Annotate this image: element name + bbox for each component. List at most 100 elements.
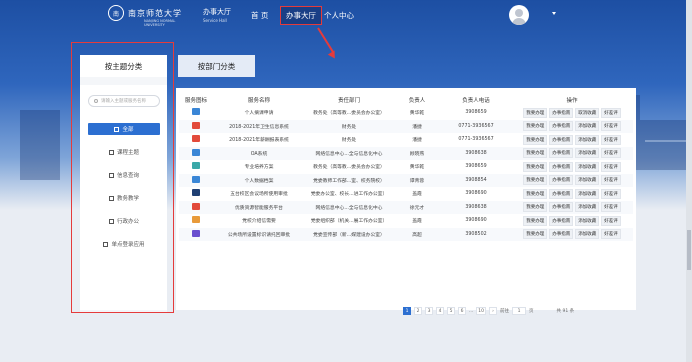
avatar[interactable]: [509, 5, 529, 25]
service-name[interactable]: 五台校区会议场所使用审批: [213, 187, 305, 201]
service-name[interactable]: 2018-2021年薪酬报表系统: [213, 133, 305, 147]
service-dept: 财务处: [341, 138, 357, 144]
service-name[interactable]: 个人摘课申请: [213, 106, 305, 120]
rating-button[interactable]: 好差评: [601, 161, 621, 172]
guide-button[interactable]: 办事指南: [549, 175, 574, 186]
handle-button[interactable]: 我要办理: [523, 229, 548, 240]
service-person: 潘捷: [412, 124, 422, 130]
page-5[interactable]: 5: [447, 307, 455, 315]
rating-button[interactable]: 好差评: [601, 188, 621, 199]
nav-home[interactable]: 首 页: [251, 10, 268, 21]
service-person: 高超: [412, 232, 422, 238]
collect-button[interactable]: 添加收藏: [575, 175, 600, 186]
service-name[interactable]: 优质资源智能服务平台: [213, 201, 305, 215]
collect-button[interactable]: 添加收藏: [575, 148, 600, 159]
page-1[interactable]: 1: [403, 307, 411, 315]
rating-button[interactable]: 好差评: [601, 121, 621, 132]
service-icon-cell: [179, 187, 213, 201]
page-3[interactable]: 3: [425, 307, 433, 315]
guide-button[interactable]: 办事指南: [549, 202, 574, 213]
handle-button[interactable]: 我要办理: [523, 107, 548, 118]
service-name[interactable]: 2018-2021年卫生信息系统: [213, 120, 305, 134]
rating-button[interactable]: 好差评: [601, 134, 621, 145]
collect-button[interactable]: 添加收藏: [575, 134, 600, 145]
table-row: 2018-2021年薪酬报表系统 财务处 潘捷 0771-3936567 我要办理 办事指…: [179, 133, 633, 147]
handle-button[interactable]: 我要办理: [523, 188, 548, 199]
next-page-button[interactable]: ›: [489, 307, 498, 315]
collect-button[interactable]: 添加收藏: [575, 188, 600, 199]
service-dept: 教务处（高等教...委员会办公室）: [313, 165, 385, 171]
rating-button[interactable]: 好差评: [601, 148, 621, 159]
chevron-down-icon[interactable]: [552, 12, 556, 15]
service-icon: [192, 121, 200, 129]
guide-button[interactable]: 办事指南: [549, 148, 574, 159]
service-icon: [192, 229, 200, 237]
service-dept: 教务处（高等教...委员会办公室）: [313, 111, 385, 117]
handle-button[interactable]: 我要办理: [523, 134, 548, 145]
university-logo[interactable]: 南 南京师范大学 NANJING NORMAL UNIVERSITY: [108, 5, 182, 27]
logo-text: 南京师范大学: [128, 8, 182, 18]
guide-button[interactable]: 办事指南: [549, 161, 574, 172]
rating-button[interactable]: 好差评: [601, 107, 621, 118]
service-name[interactable]: OA系统: [213, 147, 305, 161]
guide-button[interactable]: 办事指南: [549, 121, 574, 132]
guide-button[interactable]: 办事指南: [549, 107, 574, 118]
table-row: 党校介绍信需要 党委组织部（机关...展工作办公室） 盖霞 3908690 我要办理 办事…: [179, 214, 633, 228]
service-phone: 3908690: [465, 191, 487, 197]
guide-button[interactable]: 办事指南: [549, 229, 574, 240]
service-name[interactable]: 党校介绍信需要: [213, 214, 305, 228]
service-phone: 0771-3936567: [458, 123, 494, 129]
table-row: 优质资源智能服务平台 网络信息中心...全与信息化中心 徐元才 3908638 我要办理…: [179, 200, 633, 215]
service-icon-cell: [179, 214, 213, 228]
service-person: 徐元才: [409, 205, 425, 211]
scrollbar-thumb[interactable]: [687, 230, 691, 270]
rating-button[interactable]: 好差评: [601, 215, 621, 226]
service-person: 潘捷: [412, 138, 422, 144]
service-phone: 3908638: [465, 150, 487, 156]
page-2[interactable]: 2: [414, 307, 422, 315]
service-icon-cell: [179, 160, 213, 174]
handle-button[interactable]: 我要办理: [523, 148, 548, 159]
page-6[interactable]: 6: [458, 307, 466, 315]
service-icon: [192, 216, 200, 224]
handle-button[interactable]: 我要办理: [523, 202, 548, 213]
service-name[interactable]: 个人数据档案: [213, 174, 305, 188]
page-10[interactable]: 10: [476, 307, 487, 315]
handle-button[interactable]: 我要办理: [523, 215, 548, 226]
handle-button[interactable]: 我要办理: [523, 175, 548, 186]
handle-button[interactable]: 我要办理: [523, 121, 548, 132]
rating-button[interactable]: 好差评: [601, 202, 621, 213]
scrollbar[interactable]: [686, 0, 692, 362]
guide-button[interactable]: 办事指南: [549, 188, 574, 199]
nav-personal-center[interactable]: 个人中心: [324, 10, 354, 21]
collect-button[interactable]: 取消收藏: [575, 107, 600, 118]
page-4[interactable]: 4: [436, 307, 444, 315]
service-phone: 3908659: [465, 164, 487, 170]
service-ops: 我要办理 办事指南 添加收藏 好差评: [511, 187, 633, 201]
table-row: OA系统 网络信息中心...全与信息化中心 顾晓燕 3908638 我要办理 办事指南 添加…: [179, 146, 633, 161]
pagination: 1 2 3 4 5 6 ... 10 › 前往 1 页 共 91 条: [403, 307, 574, 315]
collect-button[interactable]: 添加收藏: [575, 202, 600, 213]
service-icon: [192, 148, 200, 156]
rating-button[interactable]: 好差评: [601, 229, 621, 240]
nav-service-hall[interactable]: 办事大厅: [280, 6, 322, 25]
service-ops: 我要办理 办事指南 添加收藏 好差评: [511, 133, 633, 147]
collect-button[interactable]: 添加收藏: [575, 215, 600, 226]
service-name[interactable]: 公共场所设置标识请托回审批: [213, 228, 305, 242]
service-icon-cell: [179, 147, 213, 161]
goto-page-input[interactable]: 1: [512, 307, 527, 315]
collect-button[interactable]: 添加收藏: [575, 161, 600, 172]
tab-by-department[interactable]: 按部门分类: [178, 55, 255, 77]
rating-button[interactable]: 好差评: [601, 175, 621, 186]
table-row: 五台校区会议场所使用审批 党委办公室、校长...进工作办公室） 盖霞 3908690 我…: [179, 187, 633, 201]
guide-button[interactable]: 办事指南: [549, 134, 574, 145]
collect-button[interactable]: 添加收藏: [575, 121, 600, 132]
guide-button[interactable]: 办事指南: [549, 215, 574, 226]
col-phone: 负责人电话: [462, 97, 490, 104]
service-phone: 3908638: [465, 204, 487, 210]
collect-button[interactable]: 添加收藏: [575, 229, 600, 240]
service-dept: 财务处: [341, 124, 357, 130]
handle-button[interactable]: 我要办理: [523, 161, 548, 172]
service-icon-cell: [179, 106, 213, 120]
service-name[interactable]: 专业培养方案: [213, 160, 305, 174]
